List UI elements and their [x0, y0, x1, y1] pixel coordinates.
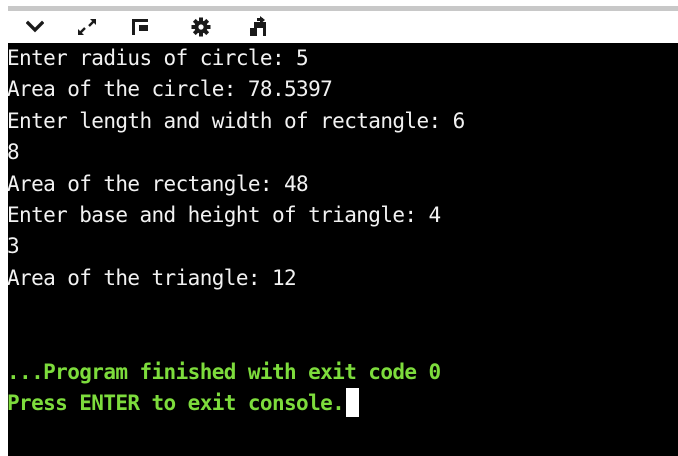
console-line: Area of the circle: 78.5397 — [8, 77, 333, 102]
text-cursor — [346, 388, 360, 418]
chevron-down-icon — [26, 20, 44, 33]
share-icon — [250, 16, 266, 36]
layout-button[interactable] — [126, 15, 154, 39]
settings-button[interactable] — [187, 15, 215, 39]
console-line: Enter radius of circle: 5 — [8, 46, 309, 70]
console-line: 8 — [8, 140, 20, 165]
online-compiler-console-panel: Enter radius of circle: 5 Area of the ci… — [0, 0, 678, 456]
press-enter-message: Press ENTER to exit console. — [8, 391, 345, 416]
expand-button[interactable] — [73, 15, 101, 39]
expand-arrows-icon — [78, 19, 96, 35]
console-line: Enter length and width of rectangle: 6 — [8, 108, 465, 133]
console-toolbar — [8, 11, 678, 43]
exit-code-message: ...Program finished with exit code 0 — [8, 359, 441, 384]
share-button[interactable] — [245, 15, 273, 39]
collapse-button[interactable] — [21, 15, 49, 39]
console-output[interactable]: Enter radius of circle: 5 Area of the ci… — [8, 43, 678, 456]
console-line: Area of the rectangle: 48 — [8, 171, 309, 196]
press-enter-line: Press ENTER to exit console. — [8, 388, 678, 419]
console-line: Area of the triangle: 12 — [8, 265, 297, 290]
console-line: Enter base and height of triangle: 4 — [8, 202, 441, 227]
layout-panel-icon — [132, 19, 148, 35]
gear-icon — [191, 17, 211, 37]
console-line: 3 — [8, 234, 20, 259]
